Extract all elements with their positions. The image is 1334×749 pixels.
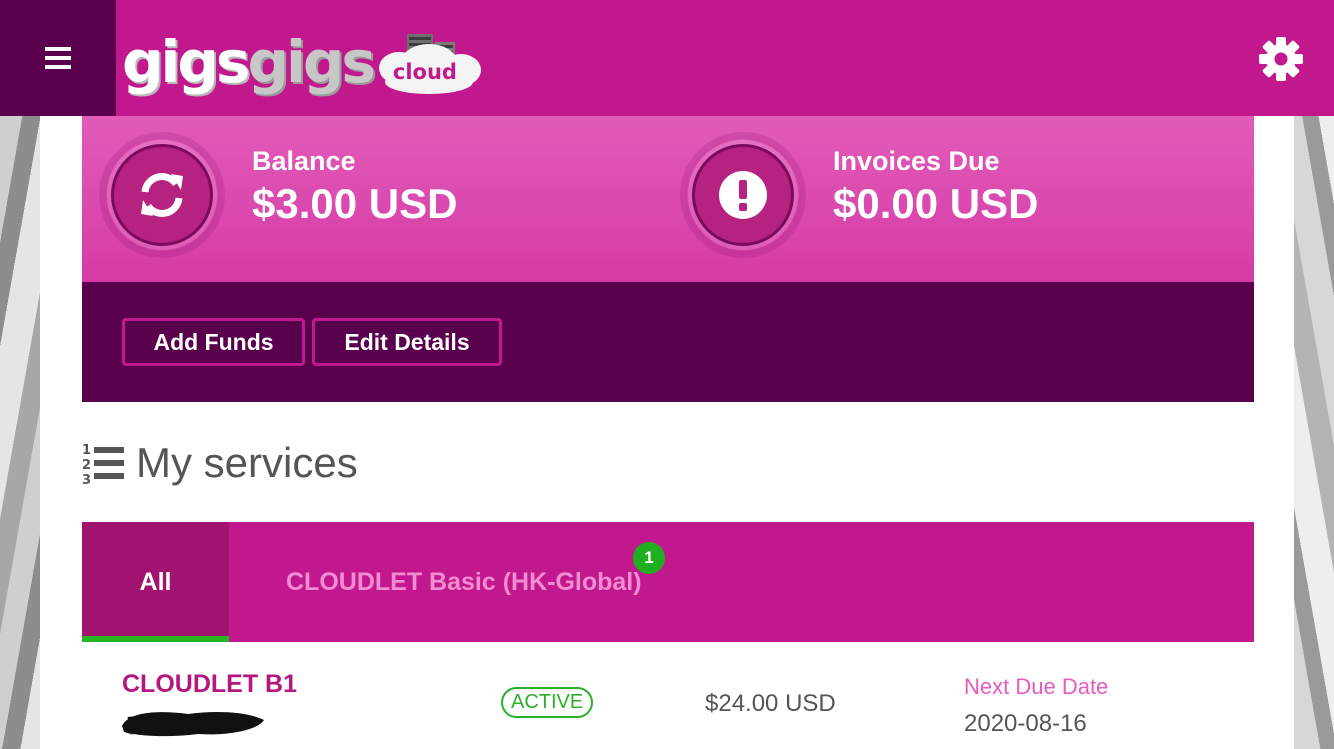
page-title: My services — [136, 439, 358, 486]
account-stats: Balance $3.00 USD Invoices Due $0.00 USD — [82, 116, 1254, 282]
gear-icon[interactable] — [1258, 36, 1304, 82]
service-domain: ggc24.com — [118, 706, 266, 740]
svg-text:2: 2 — [82, 458, 91, 473]
service-price: $24.00 USD — [705, 690, 836, 717]
balance-icon-circle — [111, 144, 213, 246]
invoices-due-value: $0.00 USD — [833, 180, 1039, 227]
balance-value: $3.00 USD — [252, 180, 458, 227]
cloud-logo-icon: cloud — [377, 26, 483, 98]
top-bar: gigs gigs cloud — [0, 0, 1334, 116]
add-funds-button[interactable]: Add Funds — [122, 318, 305, 366]
logo-word-1: gigs — [122, 28, 250, 96]
svg-text:3: 3 — [82, 473, 91, 485]
services-heading: 1 2 3 My services — [82, 436, 358, 490]
tab-all[interactable]: All — [82, 522, 229, 642]
invoices-icon-ring — [680, 132, 806, 258]
invoices-icon-circle — [692, 144, 794, 246]
edit-details-button[interactable]: Edit Details — [312, 318, 502, 366]
status-badge: ACTIVE — [501, 687, 594, 718]
hamburger-icon — [45, 47, 71, 69]
svg-text:1: 1 — [82, 443, 91, 458]
next-due-date-label: Next Due Date — [964, 674, 1109, 699]
logo-word-2: gigs — [247, 28, 375, 96]
tab-all-label: All — [139, 567, 172, 596]
tab-cloudlet-basic[interactable]: CLOUDLET Basic (HK-Global) — [286, 522, 642, 642]
menu-button[interactable] — [0, 0, 116, 116]
balance-stat: Balance $3.00 USD — [82, 116, 662, 282]
account-actions: Add Funds Edit Details — [82, 282, 1254, 402]
background-photo-left — [0, 116, 40, 749]
exclamation-icon — [719, 171, 767, 219]
logo-cloud-text: cloud — [392, 60, 457, 84]
tab-count-badge: 1 — [633, 542, 665, 574]
service-row[interactable]: CLOUDLET B1 ggc24.com ACTIVE $24.00 USD … — [82, 642, 1254, 749]
numbered-list-icon: 1 2 3 — [82, 443, 124, 485]
tab-cloudlet-basic-label: CLOUDLET Basic (HK-Global) — [286, 567, 642, 596]
balance-label: Balance — [252, 146, 356, 176]
refresh-icon — [141, 173, 183, 217]
background-photo-right — [1294, 116, 1334, 749]
next-due-date-value: 2020-08-16 — [964, 710, 1087, 737]
balance-icon-ring — [99, 132, 225, 258]
redaction-scribble — [122, 712, 264, 737]
invoices-due-stat: Invoices Due $0.00 USD — [663, 116, 1254, 282]
service-name[interactable]: CLOUDLET B1 — [122, 670, 297, 699]
invoices-due-label: Invoices Due — [833, 146, 1000, 176]
service-tabs: All CLOUDLET Basic (HK-Global) 1 — [82, 522, 1254, 642]
logo[interactable]: gigs gigs cloud — [122, 22, 483, 102]
